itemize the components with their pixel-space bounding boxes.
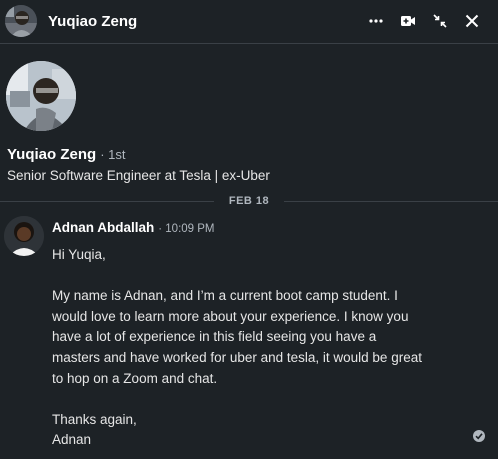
message-line: Thanks again, [52, 411, 137, 427]
sender-avatar[interactable] [4, 216, 44, 256]
date-divider: FEB 18 [0, 193, 498, 211]
more-icon [369, 19, 383, 23]
header-contact-name[interactable]: Yuqiao Zeng [48, 13, 137, 30]
profile-name-row: Yuqiao Zeng · 1st [7, 146, 125, 163]
message-line: would love to learn more about your expe… [52, 308, 409, 324]
divider-line-right [284, 201, 498, 202]
message-body: Hi Yuqia, My name is Adnan, and I’m a cu… [52, 245, 452, 451]
conversation-header: Yuqiao Zeng [0, 0, 498, 44]
message-line: to hop on a Zoom and chat. [52, 370, 218, 386]
minimize-button[interactable] [427, 8, 453, 34]
message-meta: Adnan Abdallah · 10:09 PM [52, 220, 215, 235]
read-receipt-icon [472, 429, 486, 443]
video-call-button[interactable] [395, 8, 421, 34]
video-icon [401, 16, 415, 26]
profile-name[interactable]: Yuqiao Zeng [7, 146, 96, 163]
close-button[interactable] [459, 8, 485, 34]
message-timestamp: · 10:09 PM [158, 223, 215, 235]
avatar-photo-icon [5, 5, 37, 37]
connection-degree: · 1st [100, 147, 126, 162]
message-line: have a lot of experience in this field s… [52, 329, 377, 345]
profile-headline: Senior Software Engineer at Tesla | ex-U… [7, 168, 270, 183]
profile-avatar[interactable] [6, 61, 76, 131]
close-icon [465, 14, 479, 28]
sender-name[interactable]: Adnan Abdallah [52, 220, 154, 235]
minimize-icon [433, 14, 447, 28]
more-options-button[interactable] [363, 8, 389, 34]
header-avatar[interactable] [5, 5, 37, 37]
message-line: Adnan [52, 432, 92, 448]
message-line: My name is Adnan, and I’m a current boot… [52, 288, 398, 304]
message-line: masters and have worked for uber and tes… [52, 349, 422, 365]
message-line: Hi Yuqia, [52, 247, 106, 262]
sender-photo-icon [4, 216, 44, 256]
profile-photo-icon [6, 61, 76, 131]
